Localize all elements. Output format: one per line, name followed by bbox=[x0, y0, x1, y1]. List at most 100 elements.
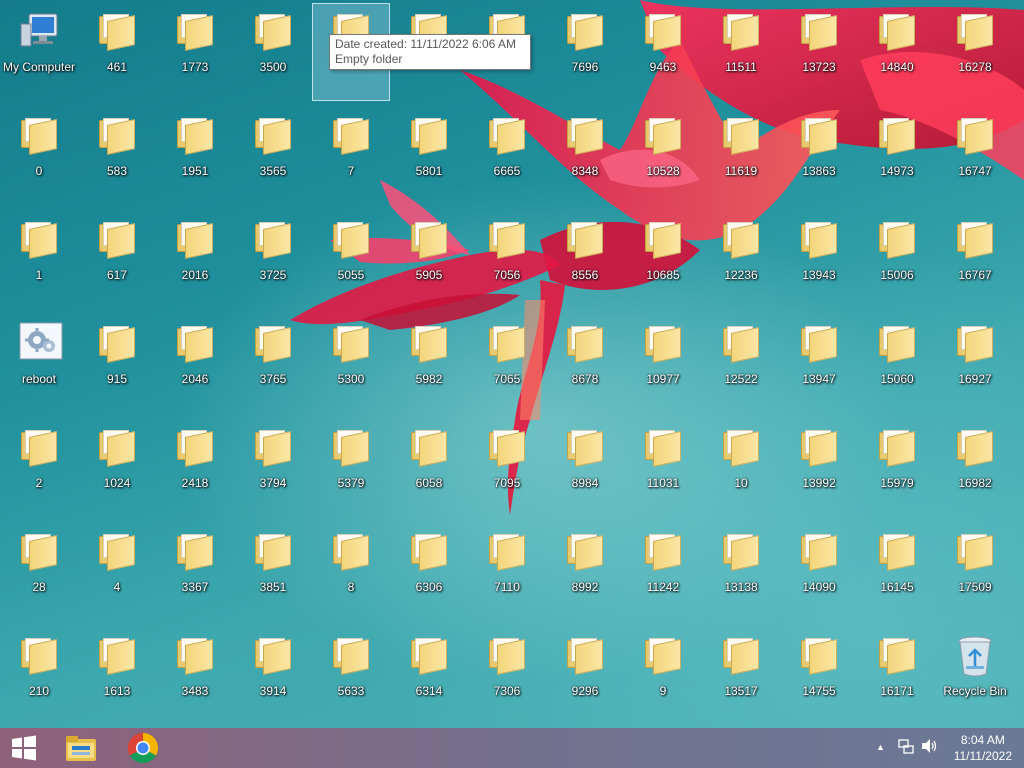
desktop-folder[interactable]: 16278 bbox=[937, 4, 1013, 100]
desktop-folder[interactable]: 8992 bbox=[547, 524, 623, 620]
desktop-folder[interactable]: 14840 bbox=[859, 4, 935, 100]
desktop-folder[interactable]: 1773 bbox=[157, 4, 233, 100]
desktop-folder[interactable]: 7 bbox=[313, 108, 389, 204]
desktop-folder[interactable]: 3765 bbox=[235, 316, 311, 412]
desktop-folder[interactable]: 2418 bbox=[157, 420, 233, 516]
desktop-folder[interactable]: 13863 bbox=[781, 108, 857, 204]
desktop-folder[interactable]: 10685 bbox=[625, 212, 701, 308]
desktop-folder[interactable]: 6665 bbox=[469, 108, 545, 204]
desktop-folder[interactable]: 13517 bbox=[703, 628, 779, 724]
desktop-folder[interactable]: 14973 bbox=[859, 108, 935, 204]
desktop-folder[interactable]: 16767 bbox=[937, 212, 1013, 308]
desktop-folder[interactable]: 8984 bbox=[547, 420, 623, 516]
desktop-folder[interactable]: 461 bbox=[79, 4, 155, 100]
desktop-folder[interactable]: 5905 bbox=[391, 212, 467, 308]
desktop-folder[interactable]: 1024 bbox=[79, 420, 155, 516]
desktop-folder[interactable]: 12522 bbox=[703, 316, 779, 412]
desktop-folder[interactable]: 210 bbox=[1, 628, 77, 724]
desktop-folder[interactable]: 7110 bbox=[469, 524, 545, 620]
desktop-folder[interactable]: 16927 bbox=[937, 316, 1013, 412]
desktop-folder[interactable]: 10528 bbox=[625, 108, 701, 204]
desktop[interactable]: My Computer 461 1773 3500 7696 9463 11511 13723… bbox=[0, 0, 1024, 728]
desktop-folder[interactable]: 3794 bbox=[235, 420, 311, 516]
desktop-folder[interactable]: 3565 bbox=[235, 108, 311, 204]
desktop-folder[interactable]: 13723 bbox=[781, 4, 857, 100]
desktop-folder[interactable]: 9296 bbox=[547, 628, 623, 724]
desktop-folder[interactable]: 5300 bbox=[313, 316, 389, 412]
desktop-folder[interactable]: 11242 bbox=[625, 524, 701, 620]
desktop-folder[interactable]: 5633 bbox=[313, 628, 389, 724]
desktop-folder[interactable]: 7056 bbox=[469, 212, 545, 308]
chrome-button[interactable] bbox=[118, 728, 168, 768]
desktop-folder[interactable]: 13943 bbox=[781, 212, 857, 308]
desktop-folder[interactable]: 6314 bbox=[391, 628, 467, 724]
desktop-folder[interactable]: 2016 bbox=[157, 212, 233, 308]
icon-label: 7306 bbox=[493, 684, 521, 698]
desktop-folder[interactable]: 9 bbox=[625, 628, 701, 724]
desktop-folder[interactable]: 12236 bbox=[703, 212, 779, 308]
desktop-folder[interactable]: 3500 bbox=[235, 4, 311, 100]
desktop-folder[interactable]: 583 bbox=[79, 108, 155, 204]
network-icon[interactable] bbox=[898, 738, 914, 757]
desktop-folder[interactable]: 5379 bbox=[313, 420, 389, 516]
desktop-folder[interactable]: 11619 bbox=[703, 108, 779, 204]
desktop-folder[interactable]: 16747 bbox=[937, 108, 1013, 204]
desktop-folder[interactable]: 8 bbox=[313, 524, 389, 620]
my-computer-shortcut[interactable]: My Computer bbox=[1, 4, 77, 100]
icon-label: 1613 bbox=[103, 684, 131, 698]
desktop-folder[interactable]: 8348 bbox=[547, 108, 623, 204]
desktop-folder[interactable]: 7306 bbox=[469, 628, 545, 724]
desktop-folder[interactable]: 6306 bbox=[391, 524, 467, 620]
desktop-folder[interactable]: 5801 bbox=[391, 108, 467, 204]
desktop-folder[interactable]: 7065 bbox=[469, 316, 545, 412]
recycle-bin-shortcut[interactable]: Recycle Bin bbox=[937, 628, 1013, 724]
start-button[interactable] bbox=[0, 728, 48, 768]
file-explorer-button[interactable] bbox=[56, 728, 106, 768]
desktop-folder[interactable]: 9463 bbox=[625, 4, 701, 100]
desktop-folder[interactable]: 3483 bbox=[157, 628, 233, 724]
desktop-folder[interactable]: 14755 bbox=[781, 628, 857, 724]
desktop-folder[interactable]: 15979 bbox=[859, 420, 935, 516]
desktop-folder[interactable]: 3367 bbox=[157, 524, 233, 620]
desktop-folder[interactable]: 11511 bbox=[703, 4, 779, 100]
desktop-folder[interactable]: 6058 bbox=[391, 420, 467, 516]
desktop-folder[interactable]: 13992 bbox=[781, 420, 857, 516]
desktop-folder[interactable]: 13947 bbox=[781, 316, 857, 412]
desktop-folder[interactable]: 915 bbox=[79, 316, 155, 412]
desktop-folder[interactable]: 617 bbox=[79, 212, 155, 308]
reboot-shortcut[interactable]: reboot bbox=[1, 316, 77, 412]
desktop-folder[interactable]: 2046 bbox=[157, 316, 233, 412]
volume-icon[interactable] bbox=[921, 738, 939, 757]
desktop-folder[interactable]: 1 bbox=[1, 212, 77, 308]
desktop-folder[interactable]: 3725 bbox=[235, 212, 311, 308]
desktop-folder[interactable]: 3851 bbox=[235, 524, 311, 620]
desktop-folder[interactable]: 10 bbox=[703, 420, 779, 516]
desktop-folder[interactable]: 7696 bbox=[547, 4, 623, 100]
desktop-folder[interactable]: 17509 bbox=[937, 524, 1013, 620]
desktop-folder[interactable]: 8678 bbox=[547, 316, 623, 412]
desktop-folder[interactable]: 16145 bbox=[859, 524, 935, 620]
folder-icon bbox=[97, 322, 137, 363]
show-hidden-icons-button[interactable]: ▲ bbox=[876, 742, 885, 752]
desktop-folder[interactable]: 14090 bbox=[781, 524, 857, 620]
desktop-folder[interactable]: 4 bbox=[79, 524, 155, 620]
desktop-folder[interactable]: 5055 bbox=[313, 212, 389, 308]
desktop-folder[interactable]: 1951 bbox=[157, 108, 233, 204]
desktop-folder[interactable]: 16982 bbox=[937, 420, 1013, 516]
desktop-folder[interactable]: 10977 bbox=[625, 316, 701, 412]
desktop-folder[interactable]: 8556 bbox=[547, 212, 623, 308]
system-clock[interactable]: 8:04 AM 11/11/2022 bbox=[954, 732, 1012, 764]
desktop-folder[interactable]: 15060 bbox=[859, 316, 935, 412]
desktop-folder[interactable]: 11031 bbox=[625, 420, 701, 516]
icon-label: 3367 bbox=[181, 580, 209, 594]
desktop-folder[interactable]: 28 bbox=[1, 524, 77, 620]
desktop-folder[interactable]: 15006 bbox=[859, 212, 935, 308]
desktop-folder[interactable]: 1613 bbox=[79, 628, 155, 724]
desktop-folder[interactable]: 16171 bbox=[859, 628, 935, 724]
desktop-folder[interactable]: 2 bbox=[1, 420, 77, 516]
desktop-folder[interactable]: 0 bbox=[1, 108, 77, 204]
desktop-folder[interactable]: 13138 bbox=[703, 524, 779, 620]
desktop-folder[interactable]: 7095 bbox=[469, 420, 545, 516]
desktop-folder[interactable]: 3914 bbox=[235, 628, 311, 724]
desktop-folder[interactable]: 5982 bbox=[391, 316, 467, 412]
